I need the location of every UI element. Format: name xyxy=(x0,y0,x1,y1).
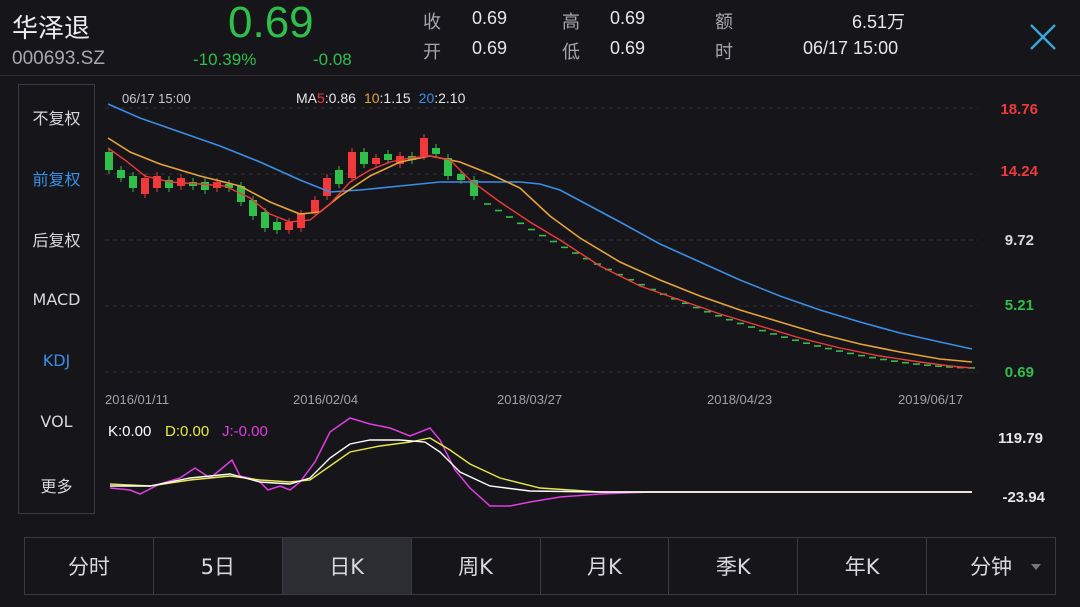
y-tick-lower: 5.21 xyxy=(1005,297,1034,314)
ma10-num: 10 xyxy=(364,90,380,106)
chevron-down-icon xyxy=(1031,564,1041,570)
price-grid xyxy=(105,107,978,373)
tab-5day[interactable]: 5日 xyxy=(154,538,283,594)
chart-canvas[interactable]: 06/17 15:00 MA5:0.86 10:1.15 20:2.10 18.76… xyxy=(0,0,1080,530)
tab-weekly-k[interactable]: 周K xyxy=(412,538,541,594)
ma-legend: MA5:0.86 10:1.15 20:2.10 xyxy=(296,90,466,106)
x-tick-3: 2018/03/27 xyxy=(497,392,562,407)
ma10-value: :1.15 xyxy=(380,90,411,106)
x-tick-1: 2016/01/11 xyxy=(105,392,169,407)
x-tick-2: 2016/02/04 xyxy=(293,392,358,407)
kdj-tick-min: -23.94 xyxy=(1002,489,1045,506)
tab-quarterly-k[interactable]: 季K xyxy=(669,538,799,594)
tab-minute[interactable]: 分钟 xyxy=(927,538,1055,594)
ma5-line xyxy=(107,147,973,369)
ma20-num: 20 xyxy=(419,90,435,106)
y-tick-upper: 14.24 xyxy=(1000,163,1038,180)
tab-intraday[interactable]: 分时 xyxy=(25,538,154,594)
candlesticks xyxy=(105,134,975,369)
ma5-value: :0.86 xyxy=(325,90,356,106)
ma5-prefix: MA xyxy=(296,90,318,106)
kdj-tick-max: 119.79 xyxy=(998,430,1043,447)
y-tick-max: 18.76 xyxy=(1000,101,1038,118)
kdj-d-value: D:0.00 xyxy=(165,423,209,440)
tab-minute-label: 分钟 xyxy=(970,555,1013,579)
y-tick-mid: 9.72 xyxy=(1005,232,1034,249)
tab-daily-k[interactable]: 日K xyxy=(282,538,412,594)
tab-yearly-k[interactable]: 年K xyxy=(798,538,928,594)
kdj-d-line xyxy=(109,437,972,493)
crosshair-date: 06/17 15:00 xyxy=(122,91,191,106)
period-tabs: 分时 5日 日K 周K 月K 季K 年K 分钟 xyxy=(24,537,1056,595)
tab-monthly-k[interactable]: 月K xyxy=(541,538,670,594)
ma5-num: 5 xyxy=(317,90,325,106)
kdj-k-value: K:0.00 xyxy=(108,423,151,440)
kdj-k-line xyxy=(110,439,972,493)
kdj-j-value: J:-0.00 xyxy=(222,423,268,440)
ma20-value: :2.10 xyxy=(434,90,465,106)
x-tick-4: 2018/04/23 xyxy=(707,392,772,407)
x-tick-5: 2019/06/17 xyxy=(898,392,963,407)
y-tick-min: 0.69 xyxy=(1005,364,1034,381)
x-axis: 2016/01/11 2016/02/04 2018/03/27 2018/04… xyxy=(105,392,963,407)
ma10-line xyxy=(107,137,973,363)
ma20-line xyxy=(107,103,973,350)
